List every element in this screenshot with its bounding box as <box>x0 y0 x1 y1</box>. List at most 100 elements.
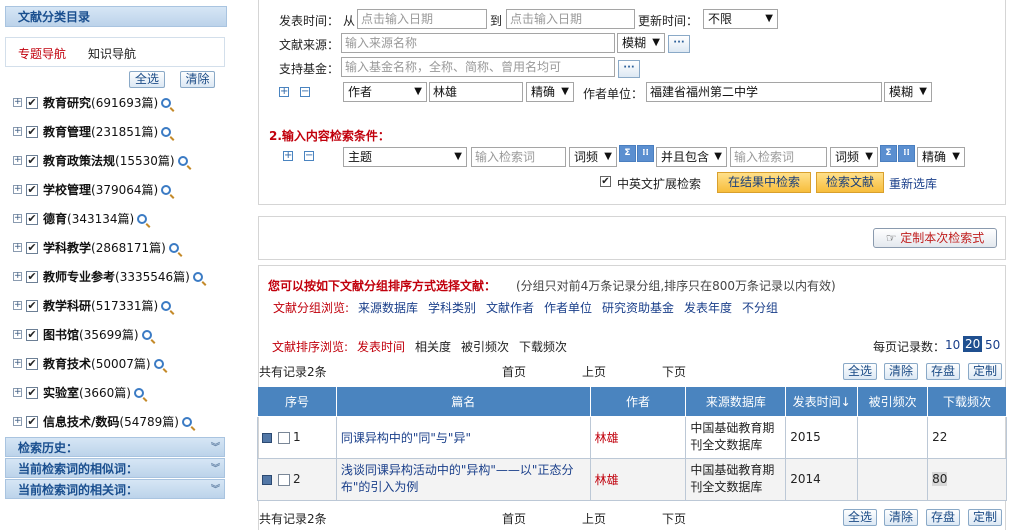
category-name[interactable]: 学校管理 <box>43 183 91 197</box>
category-checkbox[interactable]: ✔ <box>26 212 38 225</box>
magnifier-icon[interactable] <box>181 416 192 427</box>
remove-condition-icon[interactable]: − <box>304 151 314 161</box>
search-history-header[interactable]: 检索历史： ︾ <box>5 437 225 457</box>
magnifier-icon[interactable] <box>161 300 172 311</box>
add-condition-icon[interactable]: + <box>283 151 293 161</box>
sort-link-time[interactable]: 发表时间 <box>357 338 405 355</box>
category-item[interactable]: + ✔ 教育政策法规(15530篇) <box>13 152 188 168</box>
save-button-bottom[interactable]: 存盘 <box>926 509 960 526</box>
custom-button[interactable]: 定制 <box>968 363 1002 380</box>
sidebar-clear-button[interactable]: 清除 <box>180 71 215 88</box>
date-to-input[interactable]: 点击输入日期 <box>506 9 635 29</box>
category-item[interactable]: + ✔ 教育研究(691693篇) <box>13 94 172 110</box>
search-in-results-button[interactable]: 在结果中检索 <box>717 172 811 193</box>
first-page-link[interactable]: 首页 <box>502 363 526 380</box>
double-chevron-down-icon[interactable]: ︾ <box>211 480 220 500</box>
group-link-author[interactable]: 文献作者 <box>486 299 534 316</box>
unit-input[interactable]: 福建省福州第二中学 <box>646 82 882 102</box>
reselect-db-link[interactable]: 重新选库 <box>889 175 937 192</box>
tab-topic-nav[interactable]: 专题导航 <box>18 45 66 62</box>
sort-link-downloads[interactable]: 下载频次 <box>519 338 567 355</box>
save-disk-icon[interactable] <box>262 432 272 443</box>
category-name[interactable]: 图书馆 <box>43 328 79 342</box>
category-name[interactable]: 教育技术 <box>43 357 91 371</box>
category-checkbox[interactable]: ✔ <box>26 357 38 370</box>
expand-icon[interactable]: + <box>13 185 22 194</box>
category-item[interactable]: + ✔ 教育管理(231851篇) <box>13 123 172 139</box>
topic-field-select[interactable]: 主题 ▼ <box>343 147 467 167</box>
magnifier-icon[interactable] <box>168 242 179 253</box>
row-title-link[interactable]: 同课异构中的"同"与"异" <box>341 431 471 445</box>
category-item[interactable]: + ✔ 德育(343134篇) <box>13 210 148 226</box>
magnifier-icon[interactable] <box>161 97 172 108</box>
category-checkbox[interactable]: ✔ <box>26 125 38 138</box>
group-link-none[interactable]: 不分组 <box>742 299 778 316</box>
category-name[interactable]: 德育 <box>43 212 67 226</box>
col-title[interactable]: 篇名 <box>335 387 591 417</box>
magnifier-icon[interactable] <box>177 155 188 166</box>
category-checkbox[interactable]: ✔ <box>26 96 38 109</box>
category-checkbox[interactable]: ✔ <box>26 415 38 428</box>
expand-icon[interactable]: + <box>13 301 22 310</box>
category-checkbox[interactable]: ✔ <box>26 299 38 312</box>
magnifier-icon[interactable] <box>161 184 172 195</box>
group-link-year[interactable]: 发表年度 <box>684 299 732 316</box>
expand-icon[interactable]: + <box>13 359 22 368</box>
expand-icon[interactable]: + <box>13 388 22 397</box>
magnifier-icon[interactable] <box>137 213 148 224</box>
category-checkbox[interactable]: ✔ <box>26 270 38 283</box>
select-all-button-bottom[interactable]: 全选 <box>843 509 877 526</box>
next-page-link[interactable]: 下页 <box>662 363 686 380</box>
prev-page-link[interactable]: 上页 <box>582 363 606 380</box>
category-name[interactable]: 实验室 <box>43 386 79 400</box>
sidebar-select-all-button[interactable]: 全选 <box>129 71 165 88</box>
source-match-select[interactable]: 模糊 ▼ <box>617 33 665 53</box>
category-checkbox[interactable]: ✔ <box>26 386 38 399</box>
per-page-10[interactable]: 10 <box>945 338 960 352</box>
save-button[interactable]: 存盘 <box>926 363 960 380</box>
keyword-input-2[interactable]: 输入检索词 <box>730 147 827 167</box>
expand-icon[interactable]: + <box>13 127 22 136</box>
unit-match-select[interactable]: 模糊 ▼ <box>884 82 932 102</box>
word-freq-icon[interactable]: Σ <box>880 145 897 162</box>
expand-icon[interactable]: + <box>13 156 22 165</box>
double-chevron-down-icon[interactable]: ︾ <box>211 438 220 458</box>
col-pub-time[interactable]: 发表时间↓ <box>785 387 859 417</box>
custom-button-bottom[interactable]: 定制 <box>968 509 1002 526</box>
expand-grid-icon[interactable]: ⁞⁞ <box>637 145 654 162</box>
category-item[interactable]: + ✔ 教师专业参考(3335546篇) <box>13 268 203 284</box>
category-item[interactable]: + ✔ 学科教学(2868171篇) <box>13 239 179 255</box>
category-item[interactable]: + ✔ 实验室(3660篇) <box>13 384 144 400</box>
next-page-link-bottom[interactable]: 下页 <box>662 510 686 527</box>
magnifier-icon[interactable] <box>161 126 172 137</box>
category-checkbox[interactable]: ✔ <box>26 154 38 167</box>
fund-more-button[interactable]: ··· <box>618 60 640 78</box>
clear-button[interactable]: 清除 <box>884 363 918 380</box>
source-input[interactable]: 输入来源名称 <box>341 33 615 53</box>
exact-select-2[interactable]: 精确 ▼ <box>917 147 965 167</box>
category-item[interactable]: + ✔ 教学科研(517331篇) <box>13 297 172 313</box>
col-author[interactable]: 作者 <box>589 387 687 417</box>
date-from-input[interactable]: 点击输入日期 <box>357 9 487 29</box>
category-name[interactable]: 教育政策法规 <box>43 154 115 168</box>
expand-grid-icon[interactable]: ⁞⁞ <box>898 145 915 162</box>
word-freq-icon[interactable]: Σ <box>619 145 636 162</box>
save-disk-icon[interactable] <box>262 474 272 485</box>
category-item[interactable]: + ✔ 学校管理(379064篇) <box>13 181 172 197</box>
clear-button-bottom[interactable]: 清除 <box>884 509 918 526</box>
search-docs-button[interactable]: 检索文献 <box>816 172 884 193</box>
expand-icon[interactable]: + <box>13 330 22 339</box>
category-name[interactable]: 教育研究 <box>43 96 91 110</box>
per-page-50[interactable]: 50 <box>985 338 1000 352</box>
row-title-link[interactable]: 浅谈同课异构活动中的"异构"——以"正态分布"的引入为例 <box>341 463 574 494</box>
row-author-link[interactable]: 林雄 <box>595 431 619 445</box>
row-author-link[interactable]: 林雄 <box>595 473 619 487</box>
category-item[interactable]: + ✔ 图书馆(35699篇) <box>13 326 152 342</box>
magnifier-icon[interactable] <box>133 387 144 398</box>
magnifier-icon[interactable] <box>192 271 203 282</box>
row-checkbox[interactable] <box>278 431 290 444</box>
customize-query-button[interactable]: ☞ 定制本次检索式 <box>873 228 997 248</box>
category-item[interactable]: + ✔ 信息技术/数码(54789篇) <box>13 413 192 429</box>
author-match-select[interactable]: 精确 ▼ <box>526 82 574 102</box>
row-downloads[interactable]: 80 <box>932 472 948 486</box>
